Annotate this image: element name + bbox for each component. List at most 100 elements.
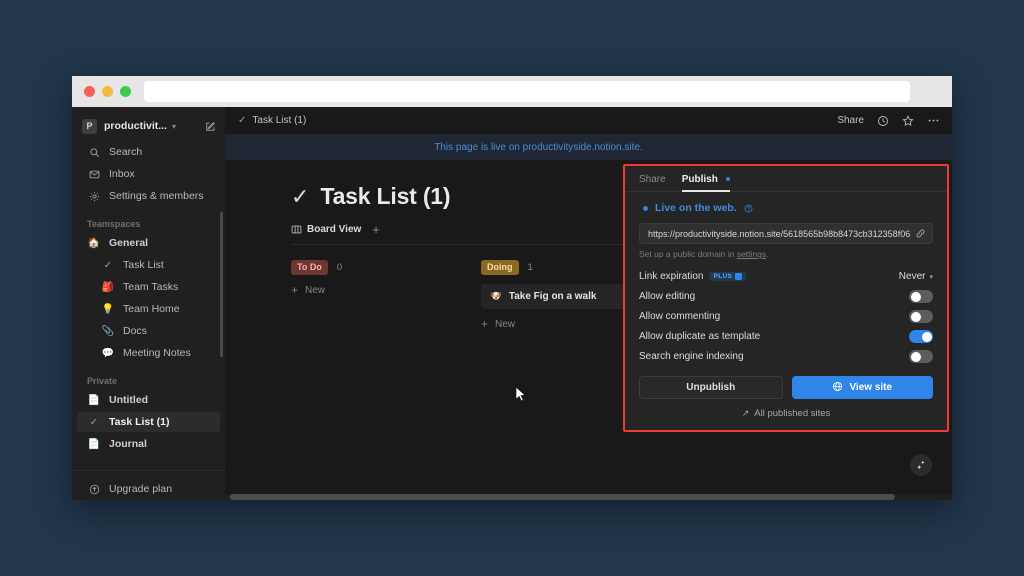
sidebar-item-inbox[interactable]: Inbox [77,164,220,184]
sidebar-label: Team Tasks [123,281,178,293]
ai-assistant-button[interactable] [910,454,932,476]
star-icon[interactable] [902,115,914,127]
breadcrumb[interactable]: ✓ Task List (1) [238,115,306,126]
view-site-button[interactable]: View site [792,376,934,399]
sparkle-icon [915,459,927,471]
all-published-sites-link[interactable]: ↗ All published sites [639,408,933,419]
sidebar-item-team-home[interactable]: 💡 Team Home [77,299,220,319]
check-icon: ✓ [238,115,246,126]
workspace-name: productivit... [104,120,167,132]
column-header: To Do 0 [291,260,481,275]
view-label: Board View [307,224,361,235]
setting-link-expiration[interactable]: Link expiration PLUS Never ▾ [639,267,933,286]
more-icon[interactable] [927,114,940,127]
speech-bubble-icon: 💬 [101,348,115,359]
allow-duplicate-toggle[interactable] [909,330,933,343]
setting-search-indexing: Search engine indexing [639,347,933,366]
plus-badge-text: PLUS [713,273,732,280]
panel-body: Live on the web. https://productivitysid… [625,192,947,430]
published-url-text: https://productivityside.notion.site/561… [648,229,910,239]
live-status-row: Live on the web. [639,202,933,214]
unpublish-button[interactable]: Unpublish [639,376,783,399]
share-button[interactable]: Share [837,115,864,126]
sidebar-item-team-tasks[interactable]: 🎒 Team Tasks [77,277,220,297]
sidebar-item-task-list-1[interactable]: ✓ Task List (1) [77,412,220,432]
sidebar-label: Journal [109,438,147,450]
private-header: Private [72,376,225,386]
sidebar-label: Team Home [123,303,180,315]
maximize-window-button[interactable] [120,86,131,97]
backpack-icon: 🎒 [101,282,115,293]
workspace-avatar: P [82,119,97,134]
setting-allow-editing: Allow editing [639,287,933,306]
traffic-lights [84,86,131,97]
allow-commenting-toggle[interactable] [909,310,933,323]
board-column-todo: To Do 0 + New [291,260,481,330]
add-view-button[interactable]: + [372,223,380,236]
sidebar-label: Search [109,146,142,158]
mouse-cursor [515,386,527,408]
sidebar-scrollbar[interactable] [220,212,223,357]
sidebar-item-search[interactable]: Search [77,142,220,162]
view-site-label: View site [849,382,892,393]
plus-badge-square-icon [735,273,742,280]
check-icon: ✓ [291,186,309,208]
setting-label: Allow duplicate as template [639,331,760,342]
sidebar-footer: Upgrade plan [72,470,225,500]
settings-link[interactable]: settings [737,249,766,259]
sidebar-spacer [72,455,225,470]
live-banner: This page is live on productivityside.no… [225,134,952,160]
link-icon[interactable] [915,228,926,239]
sidebar-item-meeting-notes[interactable]: 💬 Meeting Notes [77,343,220,363]
minimize-window-button[interactable] [102,86,113,97]
sidebar-item-journal[interactable]: 📄 Journal [77,434,220,454]
clock-icon[interactable] [877,115,889,127]
browser-titlebar [72,76,952,107]
compose-icon[interactable] [205,121,216,132]
search-indexing-toggle[interactable] [909,350,933,363]
column-count: 1 [528,262,533,273]
desktop-background: P productivit... ▾ Search [0,0,1024,576]
publish-status-dot [726,177,730,181]
sidebar-label: Task List (1) [109,416,170,428]
chevron-down-icon: ▾ [929,273,933,281]
main-content: ✓ Task List (1) Share [225,107,952,500]
setting-allow-commenting: Allow commenting [639,307,933,326]
board-icon [291,224,302,235]
globe-icon [832,381,843,395]
sidebar-item-docs[interactable]: 📎 Docs [77,321,220,341]
page-icon: 📄 [87,439,101,450]
sidebar-item-settings[interactable]: Settings & members [77,186,220,206]
sidebar-item-task-list[interactable]: ✓ Task List [77,255,220,275]
tab-board-view[interactable]: Board View [291,224,361,235]
inbox-icon [87,169,101,180]
check-icon: ✓ [87,417,101,428]
domain-note: Set up a public domain in settings. [639,249,933,259]
setting-label: Allow editing [639,291,695,302]
setting-label: Search engine indexing [639,351,744,362]
published-url-field[interactable]: https://productivityside.notion.site/561… [639,223,933,244]
close-window-button[interactable] [84,86,95,97]
house-icon: 🏠 [87,238,101,249]
page-icon: 📄 [87,395,101,406]
status-badge: Doing [481,260,519,275]
tab-publish[interactable]: Publish [682,174,730,191]
add-card-button[interactable]: + New [291,284,481,296]
browser-url-input[interactable] [144,81,910,102]
sidebar-label: Untitled [109,394,148,406]
horizontal-scrollbar[interactable] [225,494,952,500]
allow-editing-toggle[interactable] [909,290,933,303]
status-badge: To Do [291,260,328,275]
sidebar-item-untitled[interactable]: 📄 Untitled [77,390,220,410]
upgrade-plan-button[interactable]: Upgrade plan [77,479,220,499]
plus-badge: PLUS [709,272,746,281]
card-title: Take Fig on a walk [509,291,597,302]
sidebar-item-general[interactable]: 🏠 General [77,233,220,253]
setting-value-group[interactable]: Never ▾ [899,271,933,282]
tab-share[interactable]: Share [639,174,666,191]
sidebar-label: Settings & members [109,190,204,202]
plus-icon: + [291,284,298,296]
check-icon: ✓ [101,260,115,271]
question-circle-icon[interactable] [744,204,753,213]
workspace-switcher[interactable]: P productivit... ▾ [72,111,225,141]
